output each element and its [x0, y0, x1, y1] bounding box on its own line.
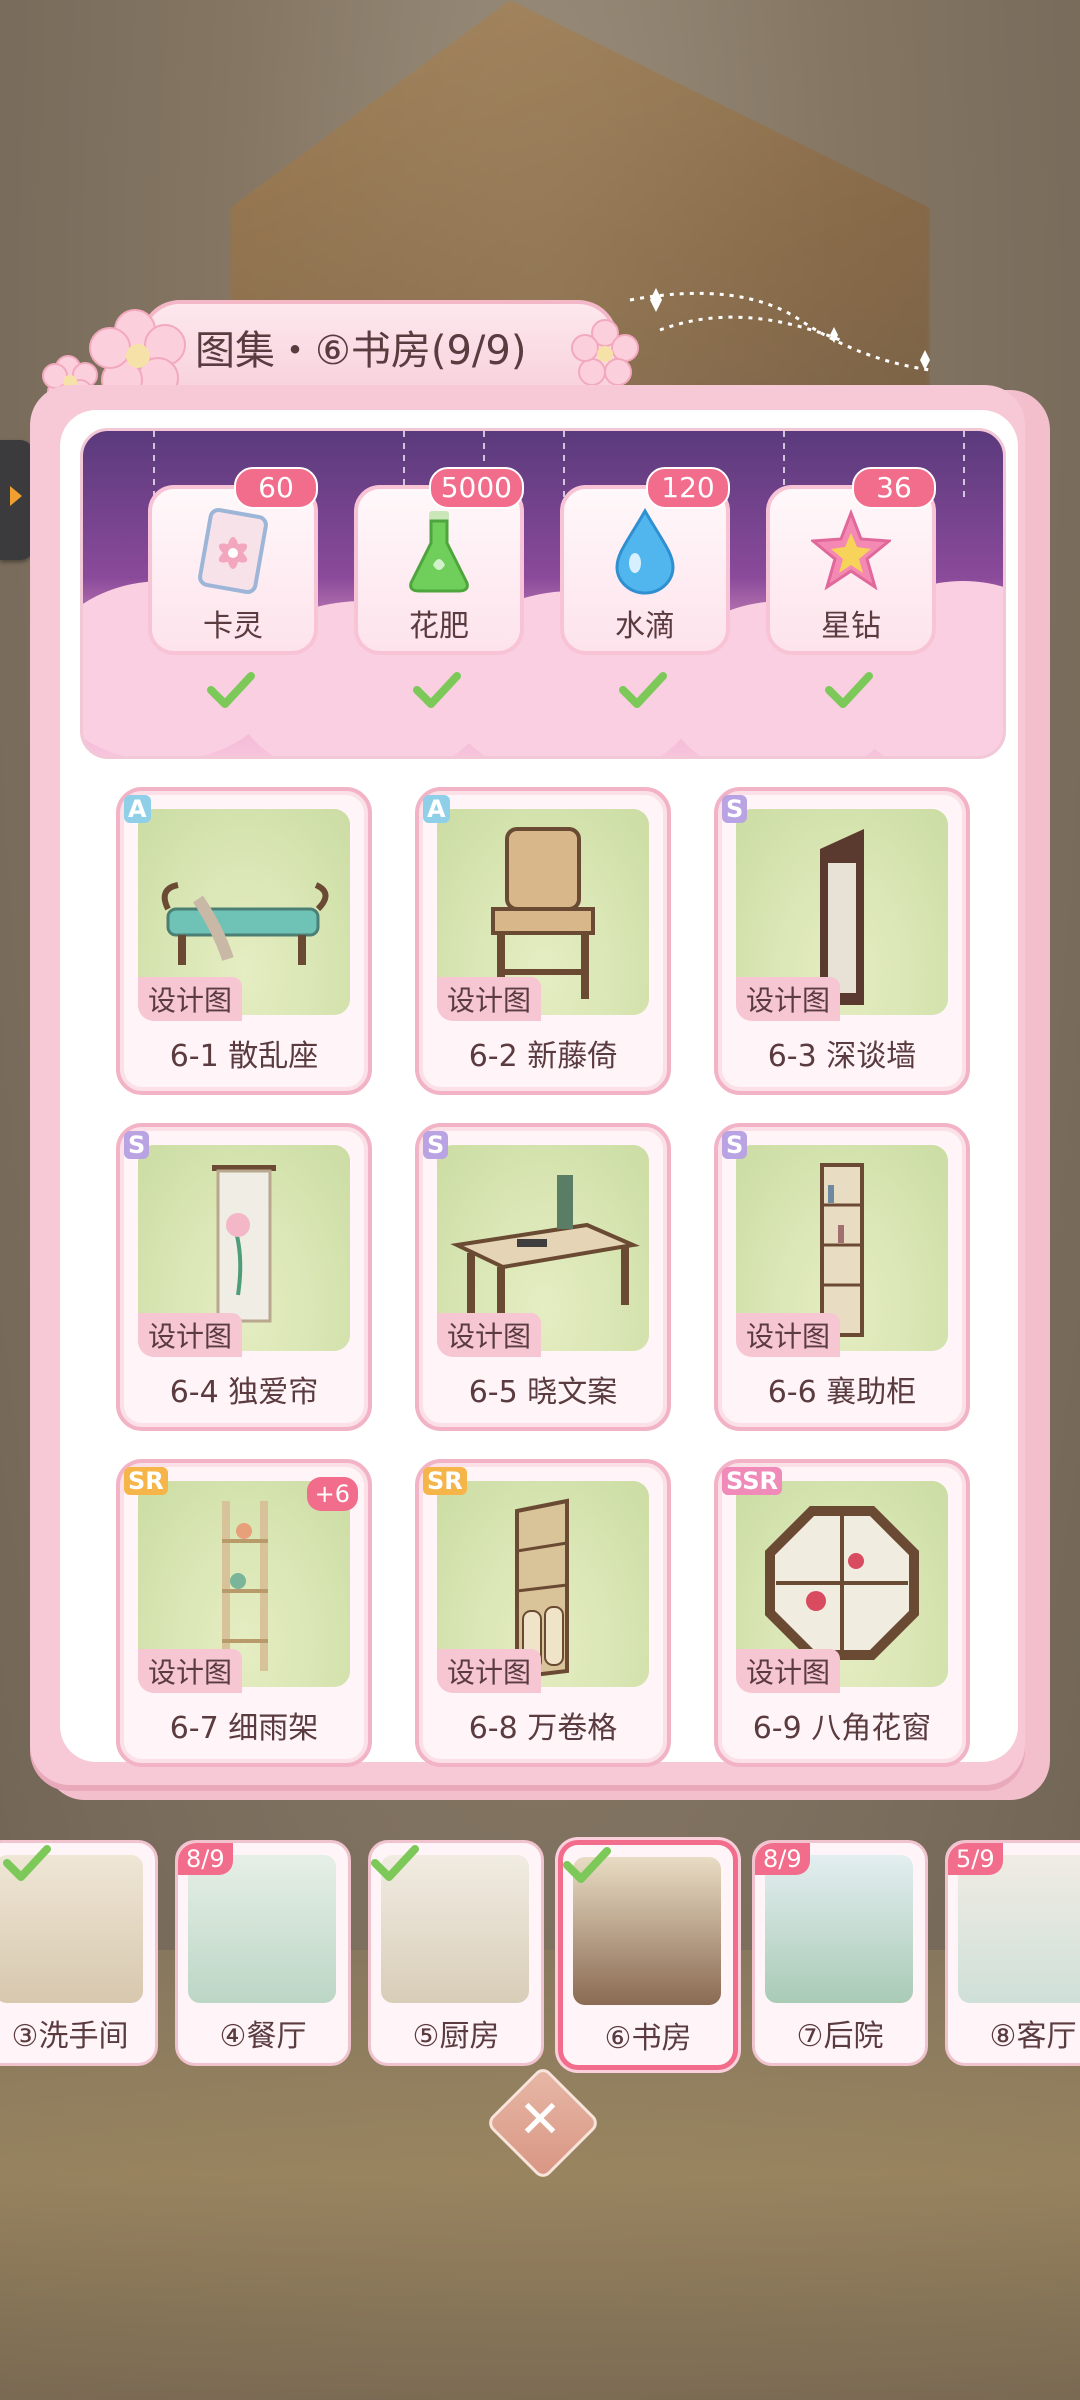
blueprint-tag: 设计图	[736, 977, 841, 1021]
room-label: ⑤厨房	[412, 2019, 500, 2054]
rarity-badge: SR	[423, 1467, 467, 1495]
blueprint-tag: 设计图	[736, 1313, 841, 1357]
room-thumbnail	[765, 1855, 913, 2003]
reward-fertilizer[interactable]: 5000 花肥	[354, 467, 524, 655]
reward-name: 花肥	[409, 609, 469, 644]
item-name: 6-9 八角花窗	[752, 1711, 932, 1746]
close-icon[interactable]: ✕	[502, 2082, 578, 2158]
item-card[interactable]: SSR 设计图 6-9 八角花窗	[714, 1459, 970, 1767]
item-card[interactable]: S 设计图 6-5 晓文案	[415, 1123, 671, 1431]
check-icon	[413, 672, 461, 708]
item-name: 6-4 独爱帘	[169, 1375, 319, 1410]
room-tab-dining[interactable]: 8/9 ④餐厅	[175, 1840, 351, 2066]
room-tab-living-room[interactable]: 5/9 ⑧客厅	[945, 1840, 1080, 2066]
room-thumbnail	[188, 1855, 336, 2003]
reward-name: 水滴	[615, 609, 675, 644]
rarity-badge: S	[722, 795, 748, 823]
item-card[interactable]: SR 设计图 6-8 万卷格	[415, 1459, 671, 1767]
expand-arrow-icon	[10, 486, 22, 506]
room-label: ⑥书房	[604, 2021, 692, 2056]
reward-name: 卡灵	[203, 609, 263, 644]
item-name: 6-3 深谈墙	[767, 1039, 917, 1074]
rarity-badge: A	[124, 795, 151, 823]
reward-count: 5000	[428, 467, 524, 509]
item-name: 6-7 细雨架	[169, 1711, 319, 1746]
item-card[interactable]: S 设计图 6-3 深谈墙	[714, 787, 970, 1095]
item-card[interactable]: S 设计图 6-4 独爱帘	[116, 1123, 372, 1431]
room-progress-badge: 5/9	[948, 1843, 1003, 1875]
blueprint-tag: 设计图	[138, 1313, 243, 1357]
reward-count: 120	[646, 467, 730, 509]
rarity-badge: SR	[124, 1467, 168, 1495]
check-icon	[207, 672, 255, 708]
blueprint-tag: 设计图	[736, 1649, 841, 1693]
check-icon	[371, 1845, 419, 1881]
sparkle-string-decoration	[629, 288, 931, 372]
rarity-badge: SSR	[722, 1467, 782, 1495]
fertilizer-flask-icon	[409, 511, 469, 593]
blueprint-tag: 设计图	[437, 1313, 542, 1357]
reward-card-spirit[interactable]: 60 卡灵	[148, 467, 318, 655]
water-drop-icon	[615, 507, 675, 595]
item-card[interactable]: S 设计图 6-6 襄助柜	[714, 1123, 970, 1431]
room-label: ⑧客厅	[989, 2019, 1077, 2054]
item-card[interactable]: SR +6 设计图 6-7 细雨架	[116, 1459, 372, 1767]
blueprint-tag: 设计图	[138, 977, 243, 1021]
check-icon	[563, 1847, 611, 1883]
reward-count: 60	[234, 467, 318, 509]
room-tab-study[interactable]: ⑥书房	[558, 1840, 738, 2070]
card-spirit-icon	[198, 507, 268, 595]
item-name: 6-5 晓文案	[468, 1375, 618, 1410]
room-thumbnail	[958, 1855, 1080, 2003]
item-name: 6-6 襄助柜	[767, 1375, 917, 1410]
room-progress-badge: 8/9	[178, 1843, 233, 1875]
room-tab-kitchen[interactable]: ⑤厨房	[368, 1840, 544, 2066]
reward-count: 36	[852, 467, 936, 509]
room-label: ③洗手间	[11, 2019, 129, 2054]
check-icon	[825, 672, 873, 708]
reward-name: 星钻	[821, 609, 881, 644]
item-name: 6-2 新藤倚	[468, 1039, 618, 1074]
side-expand-tab[interactable]	[0, 440, 34, 560]
blueprint-tag: 设计图	[437, 1649, 542, 1693]
room-label: ④餐厅	[219, 2019, 307, 2054]
blueprint-tag: 设计图	[437, 977, 542, 1021]
item-card[interactable]: A 设计图 6-1 散乱座	[116, 787, 372, 1095]
rarity-badge: S	[722, 1131, 748, 1159]
rarity-badge: S	[423, 1131, 449, 1159]
room-tab-backyard[interactable]: 8/9 ⑦后院	[752, 1840, 928, 2066]
blueprint-tag: 设计图	[138, 1649, 243, 1693]
item-name: 6-8 万卷格	[468, 1711, 618, 1746]
room-tab-bathroom[interactable]: ③洗手间	[0, 1840, 158, 2066]
star-diamond-icon	[811, 508, 891, 591]
reward-water-drop[interactable]: 120 水滴	[560, 467, 730, 655]
rarity-badge: S	[124, 1131, 150, 1159]
room-progress-badge: 8/9	[755, 1843, 810, 1875]
room-label: ⑦后院	[796, 2019, 884, 2054]
page-title: 图集・⑥书房(9/9)	[195, 328, 527, 374]
reward-star-diamond[interactable]: 36 星钻	[766, 467, 936, 655]
check-icon	[3, 1845, 51, 1881]
duplicate-count-badge: +6	[306, 1477, 358, 1511]
check-icon	[619, 672, 667, 708]
item-card[interactable]: A 设计图 6-2 新藤倚	[415, 787, 671, 1095]
rarity-badge: A	[423, 795, 450, 823]
item-name: 6-1 散乱座	[169, 1039, 319, 1074]
